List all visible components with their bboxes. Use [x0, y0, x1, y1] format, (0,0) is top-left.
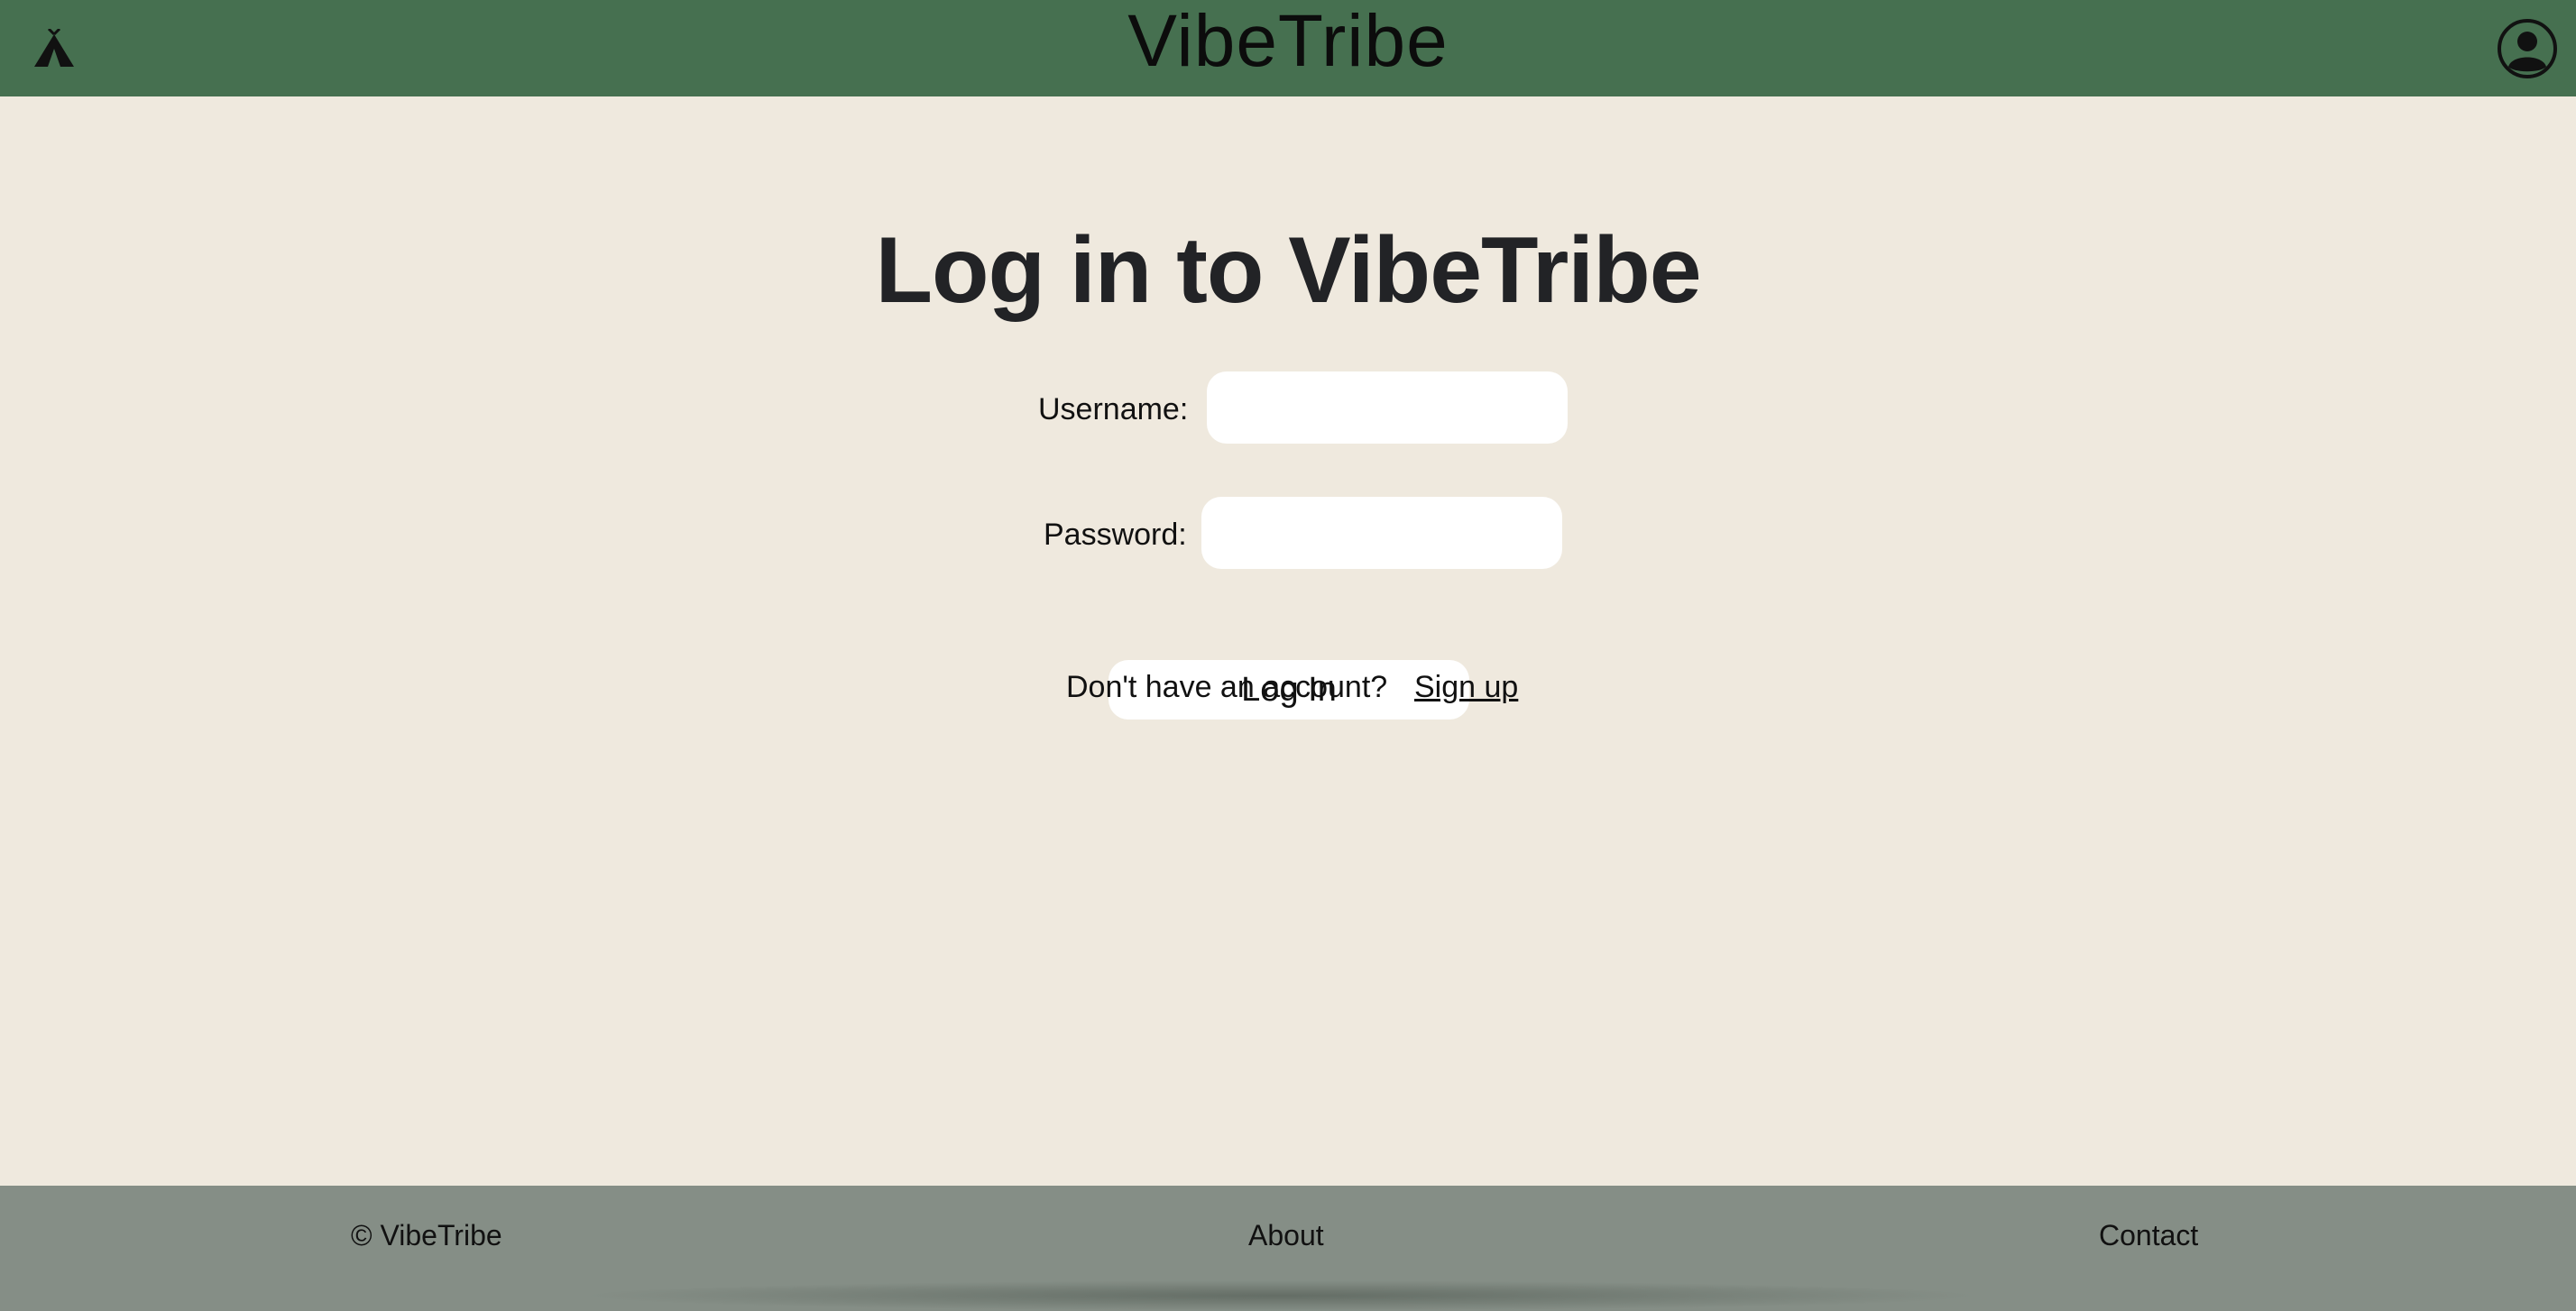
signup-prompt: Don't have an account?: [1066, 670, 1388, 704]
top-navbar: VibeTribe: [0, 0, 2576, 96]
username-input[interactable]: [1207, 371, 1568, 444]
password-label: Password:: [1044, 518, 1187, 552]
signup-link[interactable]: Sign up: [1414, 669, 1518, 705]
footer-about-link[interactable]: About: [1248, 1217, 1324, 1253]
user-circle-icon[interactable]: [2497, 18, 2558, 79]
login-section: Log in to VibeTribe Username: Password: …: [0, 96, 2576, 1186]
footer-contact-link[interactable]: Contact: [2099, 1217, 2198, 1253]
page: VibeTribe Log in to VibeTribe Username: …: [0, 0, 2576, 1311]
username-label: Username:: [1038, 392, 1189, 426]
password-input[interactable]: [1201, 497, 1562, 569]
footer-copyright: © VibeTribe: [351, 1219, 502, 1251]
footer-shadow: [577, 1280, 1984, 1311]
brand-title[interactable]: VibeTribe: [0, 0, 2576, 83]
page-title: Log in to VibeTribe: [875, 218, 1701, 323]
